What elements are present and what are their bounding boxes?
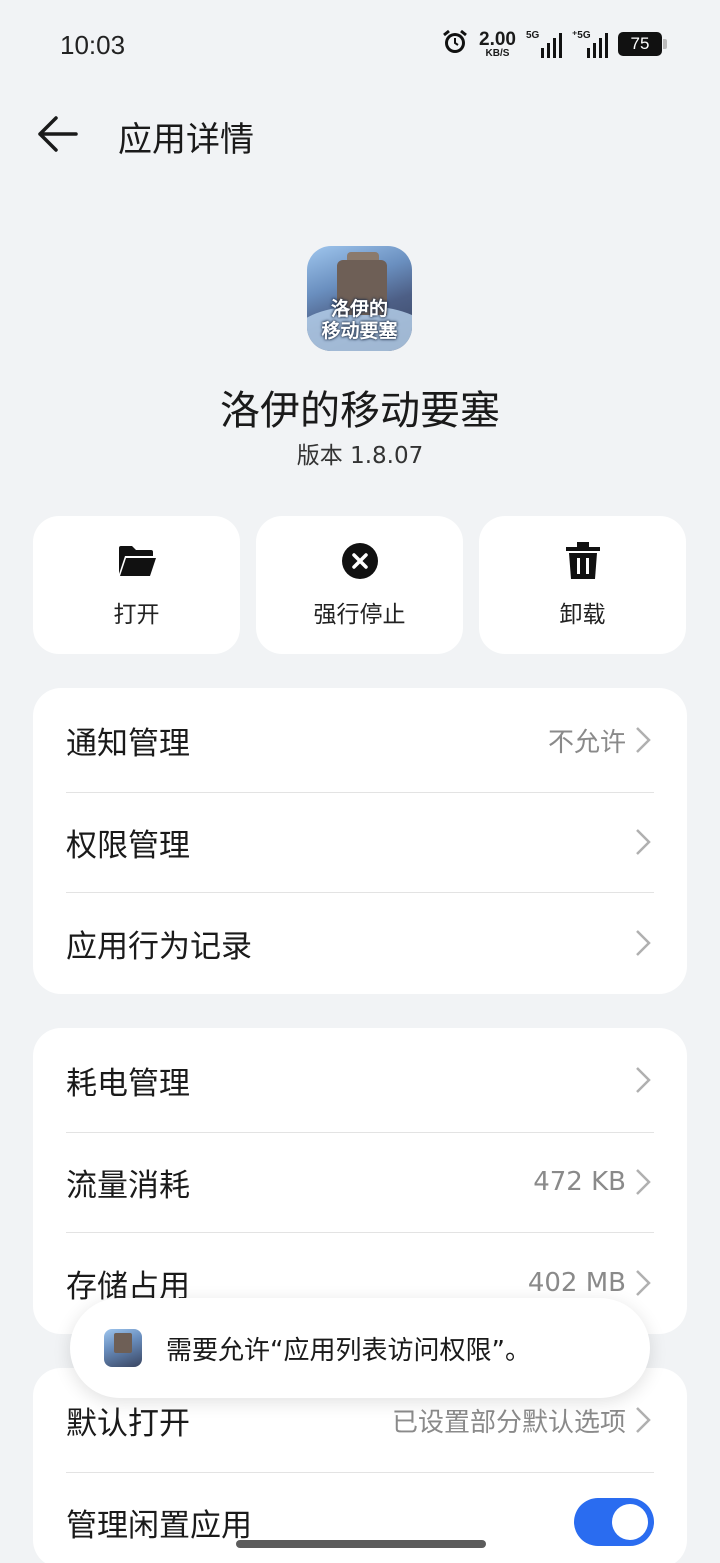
power-management-label: 耗电管理 bbox=[66, 1065, 190, 1102]
network-speed: 2.00 KB/S bbox=[479, 30, 516, 59]
data-usage-value: 472 KB bbox=[533, 1167, 626, 1197]
force-stop-button[interactable]: 强行停止 bbox=[256, 516, 463, 654]
settings-group-2: 耗电管理 流量消耗 472 KB 存储占用 402 MB bbox=[33, 1028, 687, 1334]
battery-icon: 75 bbox=[618, 32, 667, 56]
folder-icon bbox=[117, 541, 157, 581]
chevron-right-icon bbox=[632, 1064, 654, 1096]
sim1-label: 5G bbox=[526, 30, 540, 41]
manage-idle-apps-toggle[interactable] bbox=[574, 1498, 654, 1546]
close-circle-icon bbox=[340, 541, 380, 581]
permission-management-row[interactable]: 权限管理 bbox=[33, 792, 687, 892]
manage-idle-apps-label: 管理闲置应用 bbox=[66, 1507, 252, 1544]
notification-management-value: 不允许 bbox=[547, 727, 626, 758]
chevron-right-icon bbox=[632, 826, 654, 858]
chevron-right-icon bbox=[632, 1404, 654, 1436]
app-icon-text-line2: 移动要塞 bbox=[321, 320, 398, 342]
back-button[interactable] bbox=[32, 112, 84, 156]
open-button-label: 打开 bbox=[113, 602, 160, 628]
status-bar: 10:03 2.00 KB/S 5G ⁺5G 75 bbox=[0, 0, 720, 95]
signal-5g-icon: 5G bbox=[526, 30, 562, 58]
alarm-icon bbox=[441, 28, 469, 60]
trash-icon bbox=[563, 541, 603, 581]
chevron-right-icon bbox=[632, 724, 654, 756]
toast-text: 需要允许“应用列表访问权限”。 bbox=[166, 1335, 531, 1366]
force-stop-button-label: 强行停止 bbox=[313, 602, 406, 628]
uninstall-button[interactable]: 卸载 bbox=[479, 516, 686, 654]
header: 应用详情 bbox=[0, 100, 720, 170]
notification-management-row[interactable]: 通知管理 不允许 bbox=[33, 688, 687, 792]
default-open-label: 默认打开 bbox=[66, 1405, 190, 1442]
notification-management-label: 通知管理 bbox=[66, 725, 190, 762]
data-usage-row[interactable]: 流量消耗 472 KB bbox=[33, 1132, 687, 1232]
toast-message: 需要允许“应用列表访问权限”。 bbox=[70, 1298, 650, 1398]
app-behavior-record-row[interactable]: 应用行为记录 bbox=[33, 892, 687, 994]
app-version: 版本 1.8.07 bbox=[296, 443, 424, 469]
app-behavior-record-label: 应用行为记录 bbox=[66, 928, 252, 965]
storage-usage-value: 402 MB bbox=[527, 1268, 626, 1298]
action-row: 打开 强行停止 卸载 bbox=[33, 516, 686, 654]
app-name: 洛伊的移动要塞 bbox=[220, 388, 500, 434]
power-management-row[interactable]: 耗电管理 bbox=[33, 1028, 687, 1132]
uninstall-button-label: 卸载 bbox=[559, 602, 606, 628]
chevron-right-icon bbox=[632, 1166, 654, 1198]
network-speed-unit: KB/S bbox=[485, 47, 510, 59]
manage-idle-apps-row: 管理闲置应用 bbox=[33, 1472, 687, 1563]
status-time: 10:03 bbox=[60, 30, 126, 60]
chevron-right-icon bbox=[632, 927, 654, 959]
data-usage-label: 流量消耗 bbox=[66, 1167, 190, 1204]
open-button[interactable]: 打开 bbox=[33, 516, 240, 654]
home-indicator[interactable] bbox=[236, 1540, 486, 1548]
app-icon-text-line1: 洛伊的 bbox=[330, 298, 388, 320]
battery-level: 75 bbox=[630, 34, 650, 53]
permission-management-label: 权限管理 bbox=[66, 827, 190, 864]
status-icons: 2.00 KB/S 5G ⁺5G 75 bbox=[441, 28, 667, 60]
page-title: 应用详情 bbox=[118, 120, 254, 160]
app-mini-icon bbox=[104, 1329, 142, 1367]
settings-group-1: 通知管理 不允许 权限管理 应用行为记录 bbox=[33, 688, 687, 994]
back-arrow-icon bbox=[38, 116, 78, 152]
default-open-value: 已设置部分默认选项 bbox=[391, 1407, 626, 1438]
chevron-right-icon bbox=[632, 1267, 654, 1299]
signal-5g-2-icon: ⁺5G bbox=[572, 30, 608, 58]
network-speed-value: 2.00 bbox=[479, 28, 516, 50]
app-icon: 洛伊的 移动要塞 bbox=[307, 246, 412, 351]
